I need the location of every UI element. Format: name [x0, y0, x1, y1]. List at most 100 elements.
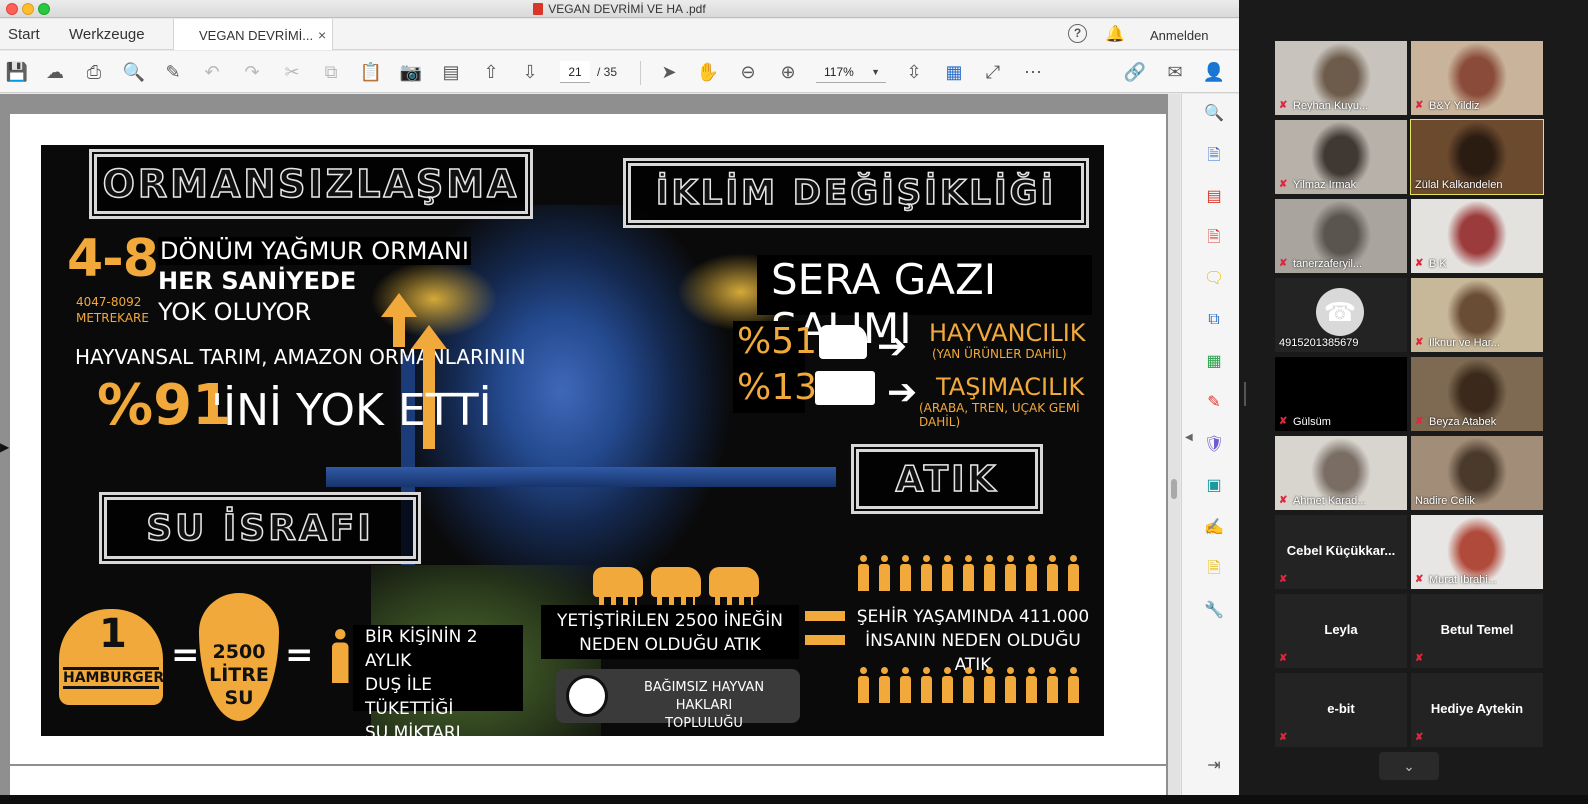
water-title-box: SU İSRAFI [102, 495, 418, 561]
participant-tile[interactable]: Yilmaz Irmak ✘ [1275, 120, 1407, 194]
cut-icon[interactable]: ✂ [279, 59, 305, 85]
search-icon[interactable]: 🔍 [1202, 102, 1226, 126]
menu-start[interactable]: Start [8, 26, 40, 43]
participant-tile[interactable]: Murat Ibrahi... ✘ [1411, 515, 1543, 589]
comment-icon[interactable]: 🗨 [1202, 267, 1226, 291]
combine-files-icon[interactable]: ⧉ [1202, 308, 1226, 332]
tree-arrow-shaft [393, 317, 405, 347]
sign-check-icon[interactable]: ✎ [160, 59, 186, 85]
participant-tile[interactable]: Leyla ✘ [1275, 594, 1407, 668]
participant-tile[interactable]: Betul Temel ✘ [1411, 594, 1543, 668]
person-icon [1066, 555, 1081, 591]
zoom-in-icon[interactable]: ⊕ [775, 59, 801, 85]
select-cursor-icon[interactable]: ➤ [656, 59, 682, 85]
bell-icon[interactable]: 🔔 [1105, 24, 1125, 44]
microphone-muted-icon: ✘ [1279, 574, 1288, 585]
org-line1: BAĞIMSIZ HAYVAN HAKLARI [643, 680, 765, 713]
participant-tile[interactable]: Nadire Celik [1411, 436, 1543, 510]
more-tools-icon[interactable]: 🔧 [1202, 599, 1226, 623]
page-total: / 35 [597, 65, 618, 79]
fence-bar [326, 467, 836, 487]
add-user-icon[interactable]: 👤 [1201, 59, 1227, 85]
participant-tile[interactable]: ☎ 4915201385679 [1275, 278, 1407, 352]
zoom-select[interactable]: 117% ▼ [816, 61, 886, 83]
gallery-next-page-button[interactable]: ⌄ [1379, 752, 1439, 780]
menu-bar: Start Werkzeuge VEGAN DEVRİMİ... × ? 🔔 A… [0, 19, 1239, 50]
share-link-icon[interactable]: 🔗 [1122, 59, 1148, 85]
participant-tile[interactable]: Reyhan Kuyu... ✘ [1275, 41, 1407, 115]
participant-name: Beyza Atabek [1429, 416, 1497, 428]
help-icon[interactable]: ? [1068, 24, 1087, 43]
fill-sign-icon[interactable]: ✍ [1202, 516, 1226, 540]
participant-tile[interactable]: Ahmet Karad... ✘ [1275, 436, 1407, 510]
send-comments-icon[interactable]: 🗎 [1202, 557, 1226, 581]
export-pdf-icon[interactable]: 🗎 [1202, 144, 1226, 168]
undo-icon[interactable]: ↶ [199, 59, 225, 85]
hand-tool-icon[interactable]: ✋ [695, 59, 721, 85]
page-down-icon[interactable]: ⇩ [517, 59, 543, 85]
organize-pages-icon[interactable]: ▤ [1202, 185, 1226, 209]
rotate-page-icon[interactable]: ▦ [941, 59, 967, 85]
person-icon [898, 667, 913, 703]
bottom-strip [0, 795, 1588, 804]
person-icon [898, 555, 913, 591]
search-zoom-icon[interactable]: 🔍 [121, 59, 147, 85]
zoom-value: 117% [824, 65, 854, 79]
toolbar-separator [640, 61, 641, 85]
binoculars-icon[interactable]: ▤ [438, 59, 464, 85]
page-up-icon[interactable]: ⇧ [478, 59, 504, 85]
participant-name: Cebel Küçükkar... [1286, 543, 1396, 558]
tab-document[interactable]: VEGAN DEVRİMİ... × [173, 19, 333, 50]
participant-tile[interactable]: Zülal Kalkandelen [1410, 119, 1544, 195]
signin-button[interactable]: Anmelden [1150, 28, 1209, 43]
calf-icon [651, 567, 701, 605]
collapse-pane-icon[interactable]: ◀ [1185, 432, 1193, 443]
participant-tile[interactable]: B&Y Yildiz ✘ [1411, 41, 1543, 115]
microphone-muted-icon: ✘ [1279, 258, 1288, 269]
person-icon [1003, 667, 1018, 703]
print-icon[interactable]: ⎙ [81, 59, 107, 85]
page-number-input[interactable]: 21 [560, 61, 590, 83]
people-row-top [856, 555, 1081, 591]
gallery-resize-handle[interactable] [1244, 382, 1246, 406]
waste-city-line1: ŞEHİR YAŞAMINDA 411.000 [856, 607, 1090, 627]
copy-icon[interactable]: ⧉ [318, 59, 344, 85]
compress-icon[interactable]: ▦ [1202, 350, 1226, 374]
drop-unit: LİTRE [209, 664, 269, 686]
scan-icon[interactable]: ▣ [1202, 474, 1226, 498]
redo-icon[interactable]: ↷ [239, 59, 265, 85]
waste-cows-text: YETİŞTİRİLEN 2500 İNEĞİN NEDEN OLDUĞU AT… [541, 605, 799, 659]
clipboard-icon[interactable]: 📋 [358, 59, 384, 85]
scrollbar-thumb[interactable] [1171, 479, 1177, 499]
participant-tile[interactable]: e-bit ✘ [1275, 673, 1407, 747]
cloud-upload-icon[interactable]: ☁ [42, 59, 68, 85]
acrobat-window: VEGAN DEVRİMİ VE HA .pdf Start Werkzeuge… [0, 0, 1239, 795]
participant-tile[interactable]: tanerzaferyil... ✘ [1275, 199, 1407, 273]
fit-page-icon[interactable]: ⇳ [901, 59, 927, 85]
protect-shield-icon[interactable]: 🛡 [1202, 433, 1226, 457]
participant-name: Betul Temel [1440, 622, 1514, 637]
fullscreen-icon[interactable]: ⤢ [980, 59, 1006, 85]
participant-tile[interactable]: Ilknur ve Har... ✘ [1411, 278, 1543, 352]
edit-pdf-icon[interactable]: ✎ [1202, 391, 1226, 415]
participant-tile[interactable]: Beyza Atabek ✘ [1411, 357, 1543, 431]
save-icon[interactable]: 💾 [4, 59, 30, 85]
participant-tile[interactable]: Cebel Küçükkar... ✘ [1275, 515, 1407, 589]
person-icon [1045, 555, 1060, 591]
snapshot-icon[interactable]: 📷 [398, 59, 424, 85]
infographic: ORMANSIZLAŞMA 4-8 4047-8092 METREKARE DÖ… [41, 145, 1104, 736]
more-icon[interactable]: ⋯ [1020, 59, 1046, 85]
tab-close-icon[interactable]: × [318, 27, 326, 43]
participant-tile[interactable]: B K ✘ [1411, 199, 1543, 273]
mail-icon[interactable]: ✉ [1162, 59, 1188, 85]
zoom-out-icon[interactable]: ⊖ [735, 59, 761, 85]
vertical-scrollbar[interactable] [1168, 94, 1180, 795]
create-pdf-icon[interactable]: 🗎 [1202, 226, 1226, 250]
deforestation-title: ORMANSIZLAŞMA [102, 161, 520, 207]
participant-tile[interactable]: Hediye Aytekin ✘ [1411, 673, 1543, 747]
participant-name: Murat Ibrahi... [1429, 574, 1497, 586]
expand-pane-icon[interactable]: ⇥ [1202, 754, 1226, 778]
org-badge: BAĞIMSIZ HAYVAN HAKLARI TOPLULUĞU [556, 669, 800, 731]
participant-tile[interactable]: Gülsüm ✘ [1275, 357, 1407, 431]
menu-tools[interactable]: Werkzeuge [69, 26, 145, 43]
